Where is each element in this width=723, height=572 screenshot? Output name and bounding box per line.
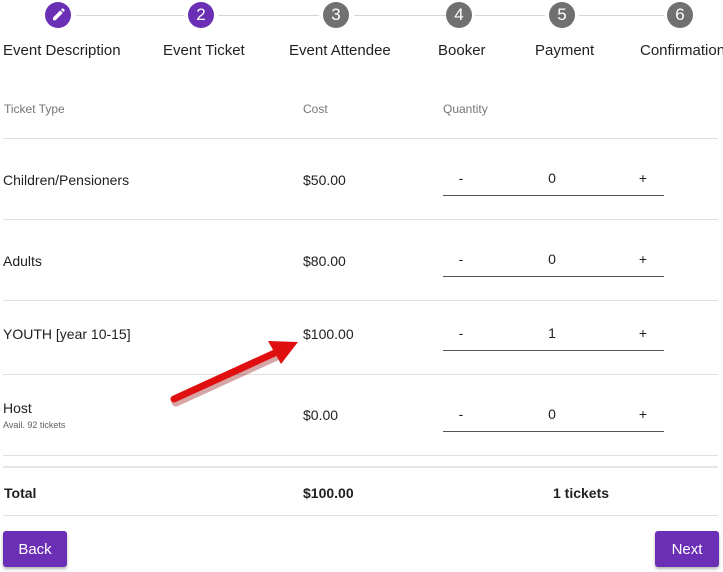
red-annotation-arrow-icon (170, 341, 298, 407)
step-1-indicator[interactable] (45, 2, 71, 28)
quantity-underline (443, 431, 664, 432)
decrement-button[interactable]: - (451, 251, 471, 267)
row-divider (3, 374, 718, 375)
quantity-underline (443, 350, 664, 351)
step-label-confirmation[interactable]: Confirmation (640, 42, 723, 59)
header-cost: Cost (303, 102, 328, 116)
quantity-value[interactable]: 1 (532, 325, 572, 341)
step-label-event-attendee[interactable]: Event Attendee (289, 42, 391, 59)
ticket-cost: $80.00 (303, 253, 346, 269)
decrement-button[interactable]: - (451, 325, 471, 341)
step-3-indicator[interactable]: 3 (323, 2, 349, 28)
row-divider (3, 300, 718, 301)
step-4-indicator[interactable]: 4 (446, 2, 472, 28)
decrement-button[interactable]: - (451, 406, 471, 422)
ticket-cost: $50.00 (303, 172, 346, 188)
increment-button[interactable]: + (633, 406, 653, 422)
decrement-button[interactable]: - (451, 170, 471, 186)
ticket-type-name: Adults (3, 253, 42, 269)
quantity-underline (443, 195, 664, 196)
step-label-booker[interactable]: Booker (438, 42, 486, 59)
step-connector (76, 15, 184, 16)
header-ticket-type: Ticket Type (4, 102, 65, 116)
step-label-payment[interactable]: Payment (535, 42, 594, 59)
increment-button[interactable]: + (633, 325, 653, 341)
step-6-indicator[interactable]: 6 (667, 2, 693, 28)
step-connector (475, 15, 545, 16)
next-button[interactable]: Next (655, 531, 719, 567)
quantity-value[interactable]: 0 (532, 406, 572, 422)
step-connector (354, 15, 449, 16)
ticket-type-name: Host (3, 400, 32, 416)
step-connector (579, 15, 664, 16)
row-divider (3, 219, 718, 220)
step-label-event-description[interactable]: Event Description (3, 42, 121, 59)
increment-button[interactable]: + (633, 170, 653, 186)
ticket-availability-note: Avail. 92 tickets (3, 420, 66, 430)
quantity-value[interactable]: 0 (532, 251, 572, 267)
row-divider (3, 455, 718, 456)
ticket-cost: $0.00 (303, 407, 339, 423)
step-5-indicator[interactable]: 5 (549, 2, 575, 28)
ticket-cost: $100.00 (303, 326, 354, 342)
ticket-type-name: Children/Pensioners (3, 172, 130, 188)
increment-button[interactable]: + (633, 251, 653, 267)
header-quantity: Quantity (443, 102, 488, 116)
total-cost: $100.00 (303, 485, 354, 501)
quantity-value[interactable]: 0 (532, 170, 572, 186)
progress-stepper: 2 3 4 5 6 Event Description Event Ticket… (0, 0, 723, 70)
pencil-icon (53, 8, 65, 21)
back-button[interactable]: Back (3, 531, 67, 567)
total-divider (3, 466, 718, 468)
step-label-event-ticket[interactable]: Event Ticket (163, 42, 245, 59)
step-2-indicator[interactable]: 2 (188, 2, 214, 28)
row-divider (3, 138, 718, 139)
total-tickets: 1 tickets (553, 485, 610, 501)
row-divider (3, 515, 718, 516)
step-connector (218, 15, 319, 16)
ticket-type-name: YOUTH [year 10-15] (3, 326, 131, 342)
total-label: Total (4, 485, 37, 501)
quantity-underline (443, 276, 664, 277)
